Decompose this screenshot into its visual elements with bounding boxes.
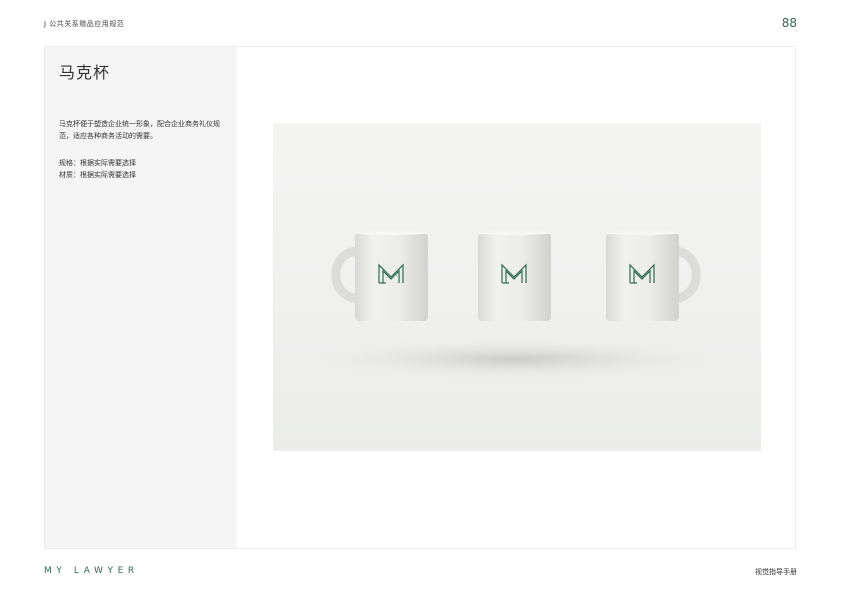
mug-illustration	[273, 123, 761, 451]
spec-material: 材质：根据实际需要选择	[59, 171, 136, 179]
manual-title: 视觉指导手册	[755, 568, 797, 576]
spec-block: 规格：根据实际需要选择 材质：根据实际需要选择	[59, 157, 229, 181]
content-frame: 马克杯 马克杯便于塑造企业统一形象，配合企业商务礼仪规范，适应各种商务活动的需要…	[44, 46, 796, 549]
section-label: J 公共关系赠品应用规范	[44, 20, 125, 28]
brand-logo: MY LAWYER	[44, 566, 139, 576]
spec-size: 规格：根据实际需要选择	[59, 159, 136, 167]
page-number: 88	[781, 16, 797, 30]
mug-center	[478, 231, 551, 321]
table-shadow	[295, 337, 735, 381]
mug-photo	[273, 123, 761, 451]
page-title: 马克杯	[59, 63, 111, 82]
description-text: 马克杯便于塑造企业统一形象，配合企业商务礼仪规范，适应各种商务活动的需要。	[59, 120, 220, 140]
info-panel: 马克杯 马克杯便于塑造企业统一形象，配合企业商务礼仪规范，适应各种商务活动的需要…	[45, 47, 237, 548]
